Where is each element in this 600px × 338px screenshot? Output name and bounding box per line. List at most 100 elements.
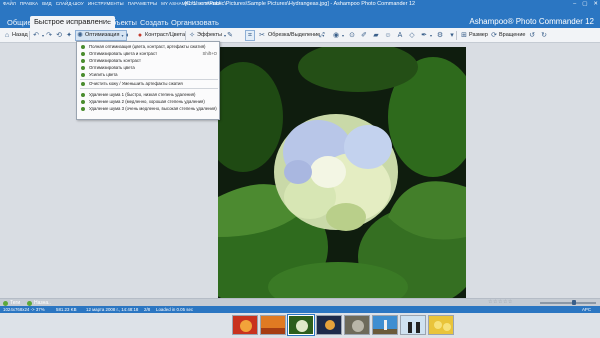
crop-selection-menu[interactable]: Обрезка/Выделение ▾ — [268, 30, 325, 41]
thumb-hydrangeas — [289, 316, 313, 334]
rotate-left-button[interactable]: ↺ — [528, 30, 536, 41]
contrast-colors-button[interactable]: ● Контраст/Цвета — [136, 30, 185, 41]
back-label: Назад — [12, 32, 28, 38]
rotate-right-icon: ↻ — [541, 31, 547, 39]
face-button[interactable]: ☺ — [384, 30, 392, 41]
straighten-button[interactable]: ⤢ — [318, 30, 326, 41]
menu-slideshow[interactable]: СЛАЙД-ШОУ — [56, 0, 84, 8]
crop-select-button[interactable]: ⌗ — [245, 30, 255, 41]
close-button[interactable]: ✕ — [593, 0, 598, 8]
red-eye-button[interactable]: ◉ ▾ — [332, 30, 345, 41]
resize-button[interactable]: ⊞ Размер — [460, 30, 488, 41]
minimize-button[interactable]: – — [573, 0, 576, 8]
rotate-left-icon: ↺ — [529, 31, 535, 39]
text-icon: A — [397, 31, 403, 39]
thumb-flowers — [233, 316, 257, 334]
menu-item-label: Удаление шума 1 (быстро, низкая степень … — [89, 92, 196, 97]
undo-icon: ↶ — [33, 31, 39, 39]
title-bar: ФАЙЛ ПРАВКА ВИД СЛАЙД-ШОУ ИНСТРУМЕНТЫ ПА… — [0, 0, 600, 8]
optimize-icon — [81, 93, 85, 97]
zoom-slider-track[interactable] — [540, 302, 596, 304]
effects-button[interactable]: ✧ Эффекты ▾ — [188, 30, 227, 41]
text-button[interactable]: A — [396, 30, 404, 41]
status-bar: 1024x768x24 -> 37% 581.23 KB 12 марта 20… — [0, 306, 600, 313]
thumbnail[interactable] — [428, 315, 454, 335]
more-button[interactable]: ▾ — [448, 30, 456, 41]
menu-item-label: Удаление шума 3 (очень медленно, высокая… — [89, 106, 217, 111]
cut-button[interactable]: ✂ — [258, 30, 266, 41]
diagonal-arrow-icon: ⤢ — [319, 31, 325, 39]
menu-tools[interactable]: ИНСТРУМЕНТЫ — [88, 0, 124, 8]
menu-item-label: Оптимизировать цвета — [89, 65, 135, 70]
eraser-button[interactable]: ▰ — [372, 30, 380, 41]
menu-edit[interactable]: ПРАВКА — [20, 0, 38, 8]
back-arrow-icon: ⌂ — [4, 31, 10, 39]
redo-button[interactable]: ↷ — [45, 30, 53, 41]
status-filesize: 581.23 KB — [56, 307, 77, 312]
menu-item-full-optimization[interactable]: Полная оптимизация (цвета, контраст, арт… — [77, 44, 221, 50]
menu-item-denoise-3[interactable]: Удаление шума 3 (очень медленно, высокая… — [77, 106, 221, 112]
thumbnail[interactable] — [344, 315, 370, 335]
filmstrip — [0, 313, 600, 338]
thumbnail[interactable] — [260, 315, 286, 335]
menu-item-label: Оптимизировать контраст — [89, 58, 142, 63]
settings-button[interactable]: ⚙ — [436, 30, 444, 41]
tab-organize[interactable]: Организовать — [167, 17, 223, 28]
stamp-icon: ⊙ — [349, 31, 355, 39]
face-icon: ☺ — [384, 31, 392, 39]
menu-item-optimize-colors[interactable]: Оптимизировать цвета — [77, 65, 221, 71]
divider — [29, 31, 30, 40]
thumbnail[interactable] — [232, 315, 258, 335]
menu-item-clean-skin[interactable]: Очистить кожу / Уменьшить артефакты сжат… — [77, 81, 221, 87]
optimize-button[interactable]: ✺ Оптимизация ▾ — [75, 30, 128, 41]
resize-icon: ⊞ — [461, 31, 467, 39]
menu-file[interactable]: ФАЙЛ — [3, 0, 16, 8]
menu-item-optimize-colors-contrast[interactable]: Оптимизировать цвета и контраст Shift+O — [77, 51, 221, 57]
color-balls-icon: ● — [137, 31, 143, 39]
thumbnail-selected[interactable] — [287, 314, 315, 336]
status-load-time: Loaded in 0.05 sec — [156, 307, 194, 312]
magic-wand-button[interactable]: ✦ — [65, 30, 73, 41]
history-button[interactable]: ⟲ — [55, 30, 63, 41]
shape-button[interactable]: ◇ — [408, 30, 416, 41]
gear-icon: ⚙ — [436, 31, 444, 39]
eye-icon: ◉ — [332, 31, 340, 39]
chevron-down-icon: ▾ — [341, 32, 344, 38]
rating-stars[interactable]: ☆☆☆☆☆ — [488, 299, 513, 305]
menu-item-denoise-2[interactable]: Удаление шума 2 (медленно, хорошая степе… — [77, 99, 221, 105]
optimize-icon: ✺ — [77, 31, 83, 39]
menu-divider — [80, 88, 218, 89]
thumb-penguins — [401, 316, 425, 334]
thumb-tulips — [429, 316, 453, 334]
menu-view[interactable]: ВИД — [42, 0, 52, 8]
rotate-button[interactable]: ⟳ Вращение — [490, 30, 525, 41]
back-button[interactable]: ⌂ Назад — [3, 30, 28, 41]
menu-item-enhance-colors[interactable]: Усилить цвета — [77, 72, 221, 78]
undo-button[interactable]: ↶ ▾ — [32, 30, 45, 41]
auto-contrast-button[interactable]: ◐ — [124, 30, 132, 41]
menu-item-optimize-contrast[interactable]: Оптимизировать контраст — [77, 58, 221, 64]
optimize-icon — [81, 66, 85, 70]
menu-item-label: Усилить цвета — [89, 72, 118, 77]
menu-item-denoise-1[interactable]: Удаление шума 1 (быстро, низкая степень … — [77, 92, 221, 98]
redo-icon: ↷ — [46, 31, 52, 39]
thumb-koala — [345, 316, 369, 334]
brush-button[interactable]: ✐ — [360, 30, 368, 41]
hydrangea-image — [218, 47, 466, 299]
thumbnail[interactable] — [400, 315, 426, 335]
color-picker-button[interactable]: ✎ — [226, 30, 234, 41]
optimize-icon — [81, 45, 85, 49]
thumbnail[interactable] — [372, 315, 398, 335]
optimize-icon — [81, 73, 85, 77]
clone-button[interactable]: ⊙ — [348, 30, 356, 41]
assign-icon — [27, 300, 32, 306]
zoom-slider-handle[interactable] — [572, 300, 576, 305]
thumbnail[interactable] — [316, 315, 342, 335]
maximize-button[interactable]: ▢ — [582, 0, 587, 8]
brush-icon: ✐ — [361, 31, 367, 39]
pen-icon: ✒ — [421, 31, 427, 39]
dropdown-arrow-icon: ▾ — [450, 31, 454, 39]
main-photo[interactable] — [218, 47, 466, 299]
pen-button[interactable]: ✒ ▾ — [420, 30, 433, 41]
rotate-right-button[interactable]: ↻ — [540, 30, 548, 41]
